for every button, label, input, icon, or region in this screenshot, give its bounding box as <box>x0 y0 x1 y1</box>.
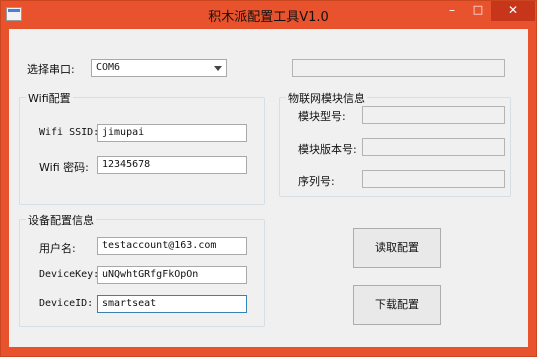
module-model-field <box>362 106 505 124</box>
wifi-ssid-input[interactable]: jimupai <box>97 124 247 142</box>
status-box <box>292 59 505 77</box>
serial-port-label: 选择串口: <box>27 63 75 76</box>
serial-number-field <box>362 170 505 188</box>
serial-number-label: 序列号: <box>298 175 335 188</box>
wifi-password-label: Wifi 密码: <box>39 161 89 174</box>
wifi-group-title: Wifi配置 <box>26 90 73 106</box>
module-model-label: 模块型号: <box>298 110 346 123</box>
title-bar[interactable]: 积木派配置工具V1.0 – □ ✕ <box>1 1 536 29</box>
serial-port-select[interactable]: COM6 <box>91 59 227 77</box>
read-config-button[interactable]: 读取配置 <box>353 228 441 268</box>
serial-port-value: COM6 <box>96 62 121 73</box>
app-window: 积木派配置工具V1.0 – □ ✕ 选择串口: COM6 Wifi配置 Wifi… <box>0 0 537 357</box>
username-input[interactable]: testaccount@163.com <box>97 237 247 255</box>
maximize-button[interactable]: □ <box>465 1 491 21</box>
wifi-password-input[interactable]: 12345678 <box>97 156 247 174</box>
iot-group-title: 物联网模块信息 <box>286 90 367 106</box>
wifi-ssid-label: Wifi SSID: <box>39 127 100 138</box>
username-label: 用户名: <box>39 242 76 255</box>
wifi-config-group: Wifi配置 <box>19 90 265 205</box>
chevron-down-icon[interactable] <box>214 66 222 71</box>
form-client-area: 选择串口: COM6 Wifi配置 Wifi SSID: jimupai Wif… <box>9 29 528 347</box>
module-version-field <box>362 138 505 156</box>
device-group-title: 设备配置信息 <box>26 212 96 228</box>
devicekey-label: DeviceKey: <box>39 269 100 280</box>
deviceid-input[interactable]: smartseat <box>97 295 247 313</box>
devicekey-input[interactable]: uNQwhtGRfgFkOpOn <box>97 266 247 284</box>
module-version-label: 模块版本号: <box>298 143 357 156</box>
download-config-button[interactable]: 下载配置 <box>353 285 441 325</box>
close-button[interactable]: ✕ <box>491 1 535 21</box>
deviceid-label: DeviceID: <box>39 298 94 309</box>
minimize-button[interactable]: – <box>439 1 465 21</box>
